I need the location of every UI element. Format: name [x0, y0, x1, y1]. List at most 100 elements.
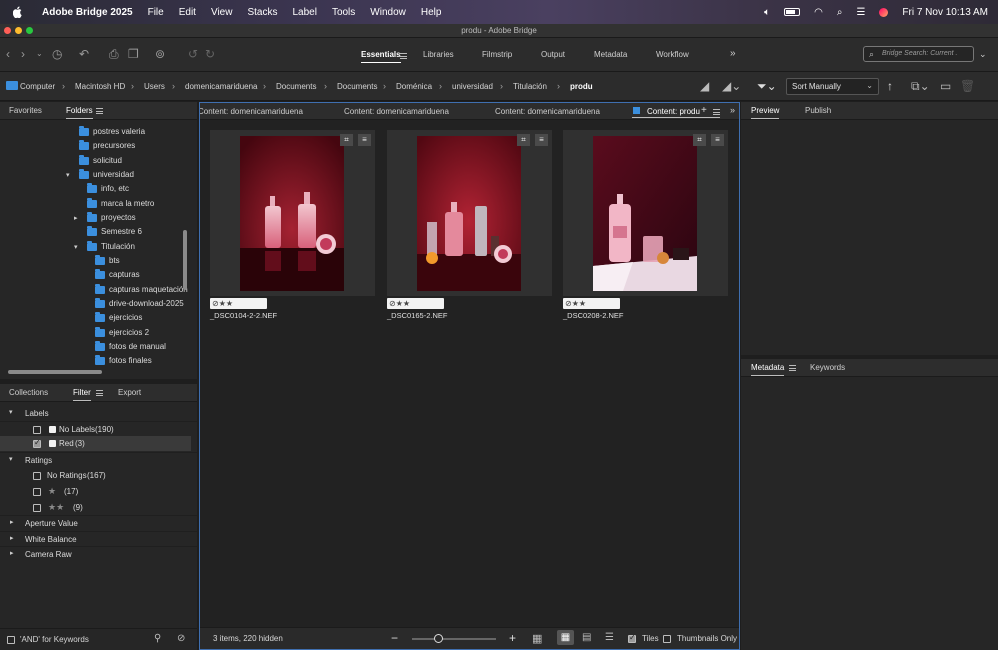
- breadcrumb-separator-icon[interactable]: ›: [500, 81, 503, 91]
- red-label-checkbox[interactable]: [33, 438, 41, 448]
- filter-row-no-ratings[interactable]: No Ratings (167): [0, 468, 197, 483]
- menu-window[interactable]: Window: [370, 7, 406, 18]
- no-labels-checkbox[interactable]: [33, 426, 41, 434]
- disclosure-expanded-icon[interactable]: ▾: [66, 171, 70, 179]
- tab-content-3[interactable]: Content: domenicamariduena: [495, 107, 600, 116]
- refine-icon[interactable]: ❐: [128, 47, 139, 61]
- rotate-right-icon[interactable]: ↻: [205, 47, 215, 61]
- filter-items-icon[interactable]: ⏷⌄: [757, 79, 777, 94]
- thumbnail-tile[interactable]: ⌗ ≡: [387, 130, 552, 296]
- thumbnail-filename[interactable]: _DSC0208-2.NEF: [563, 311, 623, 320]
- rating-label-box[interactable]: ⊘★★: [387, 298, 444, 309]
- filter-row-one-star[interactable]: ★ (17): [0, 484, 197, 499]
- thumbnail-filename[interactable]: _DSC0104-2-2.NEF: [210, 311, 277, 320]
- and-keywords-checkbox[interactable]: [7, 636, 15, 644]
- quality-signal-icon[interactable]: ◢: [700, 79, 709, 93]
- rating-label-box[interactable]: ⊘★★: [210, 298, 267, 309]
- tab-folders[interactable]: Folders: [66, 106, 93, 119]
- folders-vertical-scrollbar[interactable]: [183, 230, 187, 290]
- breadcrumb-separator-icon[interactable]: ›: [263, 81, 266, 91]
- tab-content-1[interactable]: Content: domenicamariduena: [200, 107, 303, 116]
- tab-keywords[interactable]: Keywords: [810, 363, 845, 372]
- filter-row-two-stars[interactable]: ★★ (9): [0, 500, 197, 515]
- new-folder-icon[interactable]: ▭: [940, 79, 951, 93]
- thumbnail-filename[interactable]: _DSC0165-2.NEF: [387, 311, 447, 320]
- two-stars-checkbox[interactable]: [33, 504, 41, 512]
- crop-icon[interactable]: ⌗: [340, 134, 353, 146]
- workspace-libraries[interactable]: Libraries: [423, 50, 454, 59]
- search-options-chevron-icon[interactable]: ⌄: [979, 49, 987, 60]
- photo-thumbnail[interactable]: [593, 136, 697, 291]
- workspace-metadata[interactable]: Metadata: [594, 50, 627, 59]
- view-thumbnails-icon[interactable]: ▦: [557, 630, 574, 645]
- breadcrumb-separator-icon[interactable]: ›: [62, 81, 65, 91]
- rotate-left-icon[interactable]: ↺: [188, 47, 198, 61]
- thumbnail-size-slider[interactable]: [412, 634, 496, 643]
- add-tab-icon[interactable]: +: [701, 105, 707, 116]
- bridge-search-input[interactable]: ⌕ Bridge Search: Current .: [863, 46, 974, 62]
- sort-dropdown[interactable]: Sort Manually ⌄: [786, 78, 879, 95]
- thumbnail-tile[interactable]: ⌗ ≡: [563, 130, 728, 296]
- breadcrumb-domenica[interactable]: Doménica: [396, 82, 432, 91]
- breadcrumb-documents-1[interactable]: Documents: [276, 82, 316, 91]
- breadcrumb-user[interactable]: domenicamariduena: [185, 82, 258, 91]
- delete-icon[interactable]: 🗑︎: [960, 79, 975, 93]
- grid-lock-icon[interactable]: ▦: [532, 632, 542, 645]
- breadcrumb-separator-icon[interactable]: ›: [324, 81, 327, 91]
- menu-app-name[interactable]: Adobe Bridge 2025: [42, 7, 133, 18]
- disclosure-expanded-icon[interactable]: ▾: [74, 243, 78, 251]
- workspace-workflow[interactable]: Workflow: [656, 50, 689, 59]
- return-to-app-icon[interactable]: ↶: [79, 47, 89, 61]
- menu-tools[interactable]: Tools: [332, 7, 355, 18]
- workspace-menu-icon[interactable]: [400, 53, 407, 59]
- view-list-icon[interactable]: ☰: [605, 632, 614, 643]
- back-icon[interactable]: ‹: [6, 47, 10, 61]
- tab-export[interactable]: Export: [118, 388, 141, 397]
- breadcrumb-separator-icon[interactable]: ›: [439, 81, 442, 91]
- slider-handle[interactable]: [434, 634, 443, 643]
- panel-menu-icon[interactable]: [789, 365, 796, 371]
- disclosure-collapsed-icon[interactable]: ▸: [74, 214, 78, 222]
- rating-label-box[interactable]: ⊘★★: [563, 298, 620, 309]
- workspace-essentials[interactable]: Essentials: [361, 50, 401, 63]
- more-workspaces-icon[interactable]: »: [730, 48, 736, 59]
- recent-chevron-icon[interactable]: ⌄: [36, 49, 43, 58]
- control-center-icon[interactable]: ☰: [856, 7, 865, 18]
- menu-stacks[interactable]: Stacks: [247, 7, 277, 18]
- menu-edit[interactable]: Edit: [179, 7, 196, 18]
- open-in-camera-raw-icon[interactable]: ⊚: [155, 47, 165, 61]
- menu-view[interactable]: View: [211, 7, 233, 18]
- breadcrumb-separator-icon[interactable]: ›: [172, 81, 175, 91]
- forward-icon[interactable]: ›: [21, 47, 25, 61]
- menu-file[interactable]: File: [148, 7, 164, 18]
- sort-ascending-icon[interactable]: ↑: [887, 79, 893, 93]
- panel-menu-icon[interactable]: [713, 109, 720, 115]
- photo-thumbnail[interactable]: [240, 136, 344, 291]
- apple-logo-icon[interactable]: [13, 6, 23, 18]
- breadcrumb-universidad[interactable]: universidad: [452, 82, 493, 91]
- adjustments-icon[interactable]: ≡: [535, 134, 548, 146]
- panel-menu-icon[interactable]: [96, 108, 103, 114]
- breadcrumb-macintosh-hd[interactable]: Macintosh HD: [75, 82, 125, 91]
- spotlight-search-icon[interactable]: ⌕: [837, 7, 843, 18]
- crop-icon[interactable]: ⌗: [693, 134, 706, 146]
- sort-by-rating-icon[interactable]: ◢⌄: [722, 79, 741, 93]
- breadcrumb-produ[interactable]: produ: [570, 82, 593, 91]
- workspace-output[interactable]: Output: [541, 50, 565, 59]
- breadcrumb-titulacion[interactable]: Titulación: [513, 82, 547, 91]
- menu-help[interactable]: Help: [421, 7, 442, 18]
- tab-content-produ[interactable]: Content: produ: [647, 107, 700, 116]
- tab-publish[interactable]: Publish: [805, 106, 831, 115]
- breadcrumb-separator-icon[interactable]: ›: [383, 81, 386, 91]
- tab-filter[interactable]: Filter: [73, 388, 91, 401]
- zoom-in-button[interactable]: +: [509, 631, 516, 645]
- filter-section-white-balance[interactable]: ▸ White Balance: [0, 531, 197, 546]
- menu-label[interactable]: Label: [292, 7, 316, 18]
- view-details-icon[interactable]: ▤: [582, 632, 591, 643]
- photo-thumbnail[interactable]: [417, 136, 521, 291]
- clear-filter-icon[interactable]: ⊘: [177, 633, 185, 644]
- camera-import-icon[interactable]: ⎙: [109, 47, 119, 62]
- battery-icon[interactable]: [784, 8, 801, 16]
- breadcrumb-computer[interactable]: Computer: [20, 82, 55, 91]
- pin-icon[interactable]: ⚲: [154, 633, 161, 644]
